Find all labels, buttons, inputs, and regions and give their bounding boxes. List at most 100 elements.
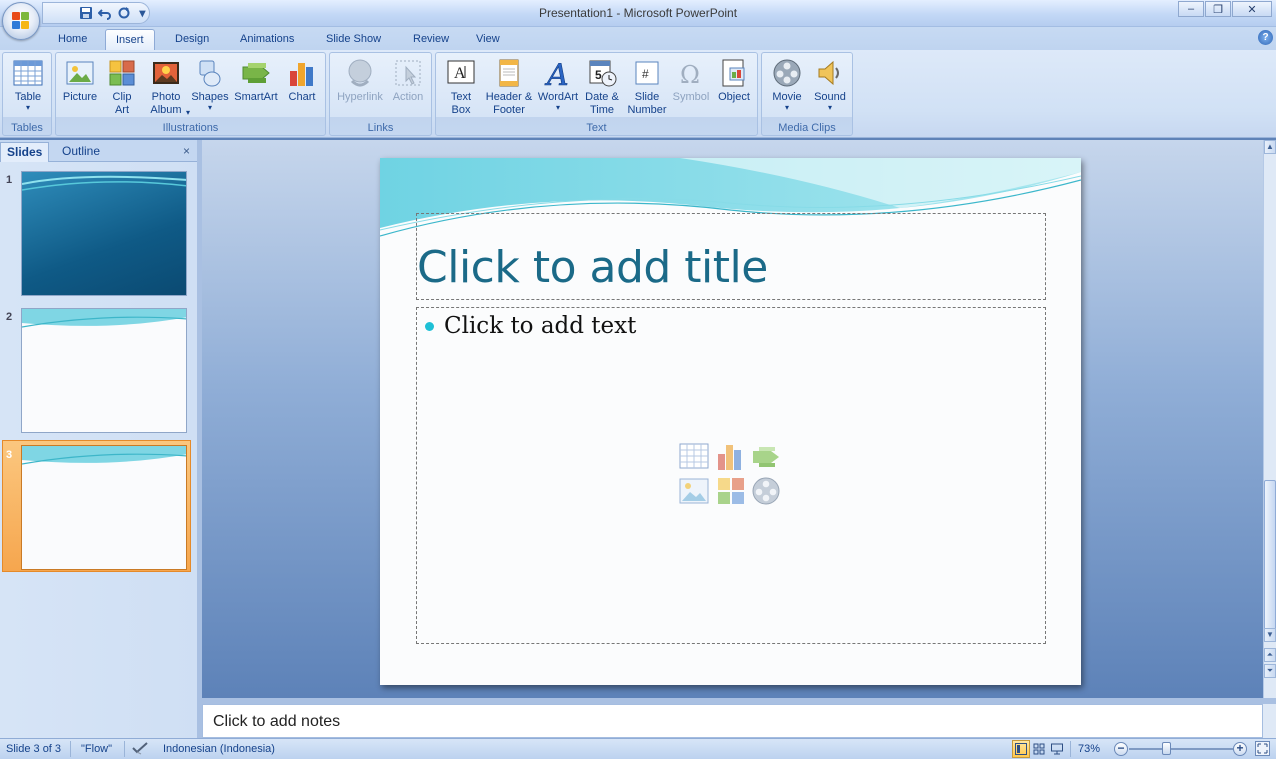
next-slide-icon[interactable]: ⏷ (1264, 664, 1276, 678)
chart-button[interactable]: Chart (282, 55, 322, 104)
theme-name-status[interactable]: "Flow" (81, 743, 112, 755)
slide-thumbnail-2[interactable] (21, 308, 187, 433)
minimize-button[interactable]: – (1178, 1, 1204, 17)
action-button[interactable]: Action (388, 55, 428, 104)
office-button[interactable] (2, 2, 40, 40)
vertical-scrollbar[interactable]: ▲ ▼ ⏶ ⏷ (1263, 140, 1276, 698)
window-controls: – ❐ ✕ (1177, 1, 1272, 17)
group-label-links: Links (367, 122, 394, 134)
notes-scrollbar[interactable] (1263, 704, 1276, 738)
tab-design[interactable]: Design (165, 29, 219, 50)
help-icon[interactable]: ? (1258, 30, 1273, 45)
shapes-icon (194, 57, 226, 89)
action-icon (392, 57, 424, 89)
spell-check-icon[interactable] (131, 741, 149, 758)
header-footer-button[interactable]: Header & Footer (484, 55, 534, 117)
svg-text:Ω: Ω (680, 61, 700, 89)
scroll-up-icon[interactable]: ▲ (1264, 140, 1276, 154)
text-box-button[interactable]: A Text Box (439, 55, 483, 117)
clip-art-button[interactable]: Clip Art (103, 55, 141, 117)
symbol-icon: Ω (675, 57, 707, 89)
language-status[interactable]: Indonesian (Indonesia) (163, 743, 275, 755)
photo-album-icon (150, 57, 182, 89)
close-pane-icon[interactable]: × (183, 144, 190, 158)
table-button[interactable]: Table ▾ (8, 55, 48, 112)
zoom-slider-thumb[interactable] (1162, 742, 1171, 755)
movie-button[interactable]: Movie ▾ (765, 55, 809, 112)
tab-insert[interactable]: Insert (105, 29, 155, 50)
hyperlink-button[interactable]: Hyperlink (333, 55, 387, 104)
title-bar: Presentation1 - Microsoft PowerPoint – ❐… (0, 0, 1276, 27)
redo-icon[interactable] (117, 5, 131, 21)
photo-album-button[interactable]: Photo Album ▾ (144, 55, 190, 117)
insert-table-icon[interactable] (679, 442, 709, 472)
group-tables: Table ▾ Tables (2, 52, 52, 136)
title-placeholder[interactable]: Click to add title (416, 213, 1046, 300)
view-buttons (1012, 740, 1066, 758)
window-title: Presentation1 - Microsoft PowerPoint (538, 6, 738, 20)
group-label-tables: Tables (11, 122, 43, 134)
zoom-out-button[interactable]: − (1114, 742, 1128, 756)
insert-picture-icon[interactable] (679, 476, 709, 506)
notes-pane[interactable]: Click to add notes (202, 704, 1263, 738)
bullet-icon (425, 322, 434, 331)
slide-number-label: 1 (6, 174, 13, 186)
svg-text:A: A (544, 58, 569, 89)
group-label-media-clips: Media Clips (778, 122, 836, 134)
insert-smartart-icon[interactable] (751, 442, 781, 472)
zoom-in-button[interactable]: + (1233, 742, 1247, 756)
previous-slide-icon[interactable]: ⏶ (1264, 648, 1276, 662)
slide-show-view-icon[interactable] (1048, 740, 1066, 758)
save-icon[interactable] (79, 5, 93, 21)
insert-clipart-icon[interactable] (716, 476, 746, 506)
normal-view-icon[interactable] (1012, 740, 1030, 758)
slide-number-button[interactable]: # Slide Number (625, 55, 669, 117)
tab-outline[interactable]: Outline (56, 142, 106, 162)
insert-chart-icon[interactable] (716, 442, 746, 472)
fit-to-window-icon[interactable] (1255, 741, 1270, 759)
object-button[interactable]: Object (713, 55, 755, 104)
slide-number-icon: # (631, 57, 663, 89)
status-divider (124, 741, 125, 757)
tab-animations[interactable]: Animations (230, 29, 304, 50)
group-media-clips: Movie ▾ Sound ▾ Media Clips (761, 52, 853, 136)
group-illustrations: Picture Clip Art Photo Album ▾ Shapes ▾ Sm… (55, 52, 326, 136)
wordart-button[interactable]: A WordArt ▾ (535, 55, 581, 112)
insert-media-icon[interactable] (751, 476, 781, 506)
zoom-level[interactable]: 73% (1078, 743, 1100, 755)
shapes-button[interactable]: Shapes ▾ (190, 55, 230, 112)
insert-content-icons (679, 442, 783, 508)
ribbon: Table ▾ Tables Picture Clip Art Photo Alb… (0, 50, 1276, 138)
symbol-button[interactable]: Ω Symbol (670, 55, 712, 104)
tab-slide-show[interactable]: Slide Show (316, 29, 391, 50)
undo-icon[interactable] (97, 5, 112, 21)
scroll-down-icon[interactable]: ▼ (1264, 628, 1276, 642)
text-box-icon: A (445, 57, 477, 89)
date-time-icon: 5 (586, 57, 618, 89)
tab-view[interactable]: View (466, 29, 510, 50)
customize-qat-icon[interactable]: ▾ (136, 5, 149, 21)
date-time-button[interactable]: 5 Date & Time (582, 55, 622, 117)
notes-placeholder: Click to add notes (213, 713, 341, 730)
slide-canvas[interactable]: Click to add title Click to add text (380, 158, 1081, 685)
tab-review[interactable]: Review (403, 29, 459, 50)
restore-button[interactable]: ❐ (1205, 1, 1231, 17)
wordart-icon: A (542, 57, 574, 94)
smartart-button[interactable]: SmartArt (232, 55, 280, 104)
slide-sorter-view-icon[interactable] (1030, 740, 1048, 758)
tab-slides[interactable]: Slides (0, 142, 50, 162)
slide-thumbnail-3[interactable] (21, 445, 187, 570)
tab-home[interactable]: Home (48, 29, 97, 50)
object-icon (718, 57, 750, 89)
content-placeholder[interactable]: Click to add text (416, 307, 1046, 644)
group-label-illustrations: Illustrations (162, 122, 219, 134)
table-icon (12, 57, 44, 89)
close-button[interactable]: ✕ (1232, 1, 1272, 17)
picture-button[interactable]: Picture (60, 55, 100, 104)
scroll-thumb[interactable] (1264, 480, 1276, 630)
zoom-slider-track[interactable] (1129, 748, 1233, 750)
ribbon-tabs: Home Insert Design Animations Slide Show… (0, 27, 1276, 50)
sound-button[interactable]: Sound ▾ (809, 55, 851, 112)
movie-icon (771, 57, 803, 89)
slide-thumbnail-1[interactable] (21, 171, 187, 296)
